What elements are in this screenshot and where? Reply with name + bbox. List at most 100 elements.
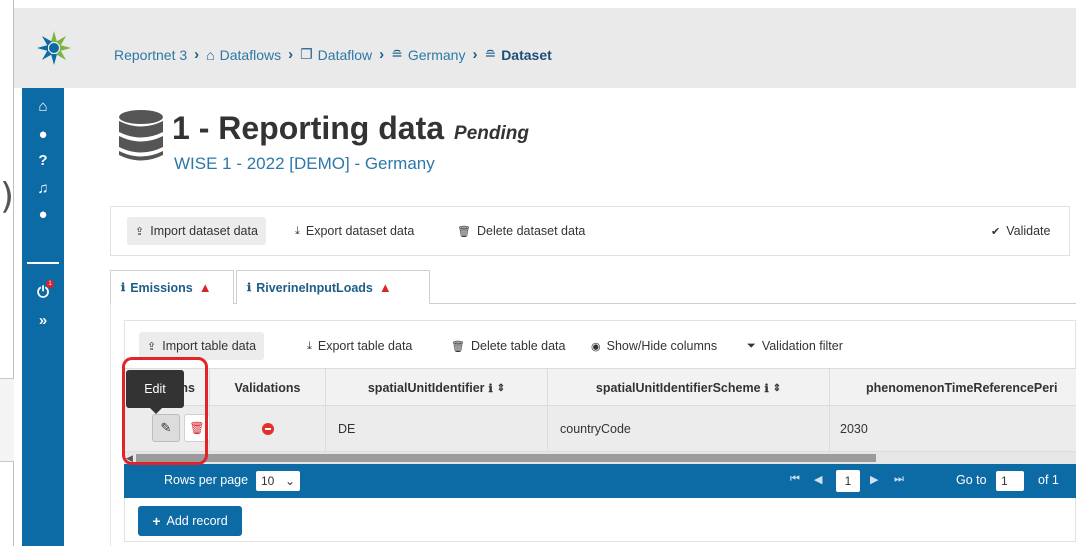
cell-spatialunitidentifier[interactable]: DE xyxy=(326,406,548,452)
database-icon xyxy=(119,110,163,161)
column-header-phenomenontimereferenceperiod[interactable]: phenomenonTimeReferencePeri xyxy=(830,369,1076,407)
breadcrumb: Reportnet 3 › ⌂ Dataflows › ❐ Dataflow ›… xyxy=(114,46,552,63)
power-icon[interactable]: ⏻ xyxy=(22,284,64,301)
chevron-down-icon: ⌄ xyxy=(284,474,295,488)
dataset-subtitle: WISE 1 - 2022 [DEMO] - Germany xyxy=(174,154,435,173)
page-number-button[interactable]: 1 xyxy=(836,470,860,492)
help-icon[interactable]: ? xyxy=(22,152,64,169)
upload-icon: ⇪ xyxy=(135,225,145,238)
eye-slash-icon: ◉ xyxy=(591,340,601,353)
col1-header-label: spatialUnitIdentifier xyxy=(367,381,485,395)
user-icon[interactable]: ● xyxy=(22,126,64,143)
tab-emissions-label: Emissions xyxy=(130,280,193,295)
tab-riverine-label: RiverineInputLoads xyxy=(256,280,373,295)
top-bar: Reportnet 3 › ⌂ Dataflows › ❐ Dataflow ›… xyxy=(14,0,1076,88)
column-header-spatialunitidentifierscheme[interactable]: spatialUnitIdentifierScheme ℹ ⇕ xyxy=(548,369,830,407)
warning-icon: ▲ xyxy=(378,280,392,295)
export-table-button[interactable]: ⤓ Export table data xyxy=(299,332,420,360)
delete-dataset-button[interactable]: 🗑 Delete dataset data xyxy=(449,217,593,245)
import-table-label: Import table data xyxy=(162,339,257,353)
home-icon[interactable]: ⌂ xyxy=(22,98,64,115)
next-page-icon[interactable]: ▶ xyxy=(870,473,878,486)
info-icon[interactable]: ℹ xyxy=(765,382,769,395)
download-icon: ⤓ xyxy=(307,339,312,352)
delete-dataset-label: Delete dataset data xyxy=(476,224,586,238)
trash-icon: 🗑 xyxy=(451,340,465,353)
chevron-right-icon: › xyxy=(288,46,294,63)
page-title: 1 - Reporting data Pending xyxy=(172,110,529,147)
scrollbar-thumb[interactable] xyxy=(136,454,876,462)
sort-icon[interactable]: ⇕ xyxy=(773,383,781,394)
info-icon: ℹ xyxy=(121,282,126,294)
validation-filter-label: Validation filter xyxy=(761,339,843,353)
column-header-validations[interactable]: Validations xyxy=(210,369,326,407)
delete-table-label: Delete table data xyxy=(470,339,566,353)
export-dataset-button[interactable]: ⤓ Export dataset data xyxy=(287,217,422,245)
first-page-icon[interactable]: ⏮ xyxy=(790,473,800,486)
import-table-button[interactable]: ⇪ Import table data xyxy=(139,332,265,360)
dataset-title: 1 - Reporting data xyxy=(172,110,445,146)
info-icon[interactable]: ℹ xyxy=(489,382,493,395)
rows-per-page-value: 10 xyxy=(261,474,275,488)
col2-header-label: spatialUnitIdentifierScheme xyxy=(595,381,761,395)
table-row: ✎ 🗑 DE countryCode 2030 xyxy=(124,406,1076,452)
chevron-right-icon: › xyxy=(472,46,478,63)
dataset-status: Pending xyxy=(454,123,529,144)
import-dataset-label: Import dataset data xyxy=(150,224,258,238)
horizontal-scrollbar[interactable]: ◀ xyxy=(124,452,1076,464)
show-hide-label: Show/Hide columns xyxy=(606,339,718,353)
plus-icon: + xyxy=(152,513,161,529)
table-header: ns Validations spatialUnitIdentifier ℹ ⇕… xyxy=(124,368,1076,407)
chat-icon[interactable]: ● xyxy=(22,206,64,223)
show-hide-columns-button[interactable]: ◉ Show/Hide columns xyxy=(583,332,725,360)
breadcrumb-reportnet[interactable]: Reportnet 3 xyxy=(114,47,187,63)
notifications-icon[interactable]: ♫ xyxy=(22,180,64,197)
breadcrumb-dataflow[interactable]: Dataflow xyxy=(318,47,372,63)
background-glyph: ) xyxy=(0,176,15,217)
download-icon: ⤓ xyxy=(295,224,300,237)
eea-logo-icon[interactable] xyxy=(36,30,72,66)
validate-button[interactable]: ✔ Validate xyxy=(983,217,1058,245)
filter-icon: ⏷ xyxy=(747,339,756,352)
expand-sidebar-icon[interactable]: » xyxy=(22,312,64,329)
validation-filter-button[interactable]: ⏷ Validation filter xyxy=(739,332,851,360)
validations-header-label: Validations xyxy=(234,381,301,395)
validation-error-icon[interactable] xyxy=(261,423,274,435)
background-window-edge xyxy=(0,0,14,546)
tab-emissions[interactable]: ℹ Emissions ▲ xyxy=(110,270,234,304)
paginator: Rows per page 10 ⌄ ⏮ ◀ 1 ▶ ⏭ Go to 1 of … xyxy=(124,464,1076,498)
previous-page-icon[interactable]: ◀ xyxy=(814,473,822,486)
rows-per-page-select[interactable]: 10 ⌄ xyxy=(256,471,300,491)
rows-per-page-label: Rows per page xyxy=(164,473,249,487)
breadcrumb-germany[interactable]: Germany xyxy=(408,47,466,63)
column-header-spatialunitidentifier[interactable]: spatialUnitIdentifier ℹ ⇕ xyxy=(326,369,548,407)
upload-icon: ⇪ xyxy=(147,340,157,353)
export-table-label: Export table data xyxy=(317,339,413,353)
cell-spatialunitidentifierscheme[interactable]: countryCode xyxy=(548,406,830,452)
database-icon: ≘ xyxy=(391,46,403,62)
chevron-right-icon: › xyxy=(379,46,385,63)
last-page-icon[interactable]: ⏭ xyxy=(894,473,904,486)
left-sidebar: ⌂ ● ? ♫ 1 ● ⏻ » xyxy=(22,88,64,546)
col3-header-label: phenomenonTimeReferencePeri xyxy=(866,381,1058,395)
sidebar-divider xyxy=(27,262,59,264)
breadcrumb-current-dataset: Dataset xyxy=(501,46,552,63)
annotation-highlight xyxy=(122,357,208,465)
validate-label: Validate xyxy=(1006,224,1051,238)
dataset-toolbar: ⇪ Import dataset data ⤓ Export dataset d… xyxy=(110,206,1070,256)
screenshot-stage: ) Reportnet 3 › ⌂ Dataflows › ❐ Dataflow… xyxy=(0,0,1076,546)
page-total-label: of 1 xyxy=(1038,473,1059,487)
home-icon: ⌂ xyxy=(206,46,215,63)
tab-riverineinputloads[interactable]: ℹ RiverineInputLoads ▲ xyxy=(236,270,430,304)
export-dataset-label: Export dataset data xyxy=(305,224,415,238)
clone-icon: ❐ xyxy=(300,46,313,62)
cell-phenomenontimereferenceperiod[interactable]: 2030 xyxy=(830,406,1076,452)
sort-icon[interactable]: ⇕ xyxy=(497,383,505,394)
goto-page-input[interactable]: 1 xyxy=(996,471,1024,491)
info-icon: ℹ xyxy=(247,282,252,294)
import-dataset-button[interactable]: ⇪ Import dataset data xyxy=(127,217,266,245)
delete-table-button[interactable]: 🗑 Delete table data xyxy=(443,332,573,360)
database-icon: ≘ xyxy=(484,46,497,62)
add-record-button[interactable]: + Add record xyxy=(138,506,242,536)
breadcrumb-dataflows[interactable]: Dataflows xyxy=(220,47,281,63)
